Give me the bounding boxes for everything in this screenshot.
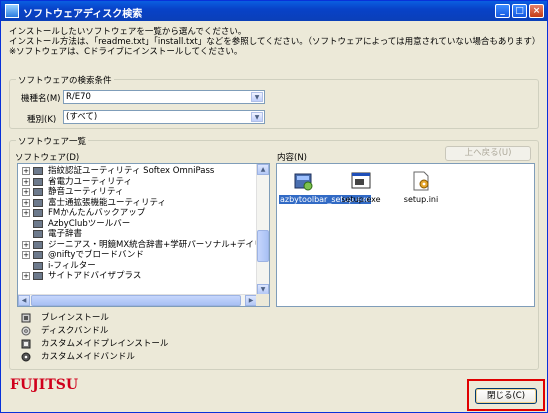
folder-icon: [33, 198, 43, 207]
tree-item-label: AzbyClubツールバー: [48, 218, 131, 229]
folder-icon: [33, 209, 43, 217]
software-disc-search-window: ソフトウェアディスク検索 _ □ × インストールしたいソフトウェアを一覧から選…: [0, 0, 548, 413]
folder-icon: [33, 272, 43, 280]
vertical-scroll-thumb[interactable]: [257, 230, 269, 262]
close-window-button[interactable]: ×: [529, 4, 544, 18]
app-icon: [5, 4, 19, 18]
horizontal-scroll-thumb[interactable]: [31, 295, 241, 306]
chevron-down-icon[interactable]: ▼: [251, 92, 263, 102]
tree-item-label: ジーニアス・明鏡MX統合辞書+学研パーソナル+デイリー: [48, 239, 270, 250]
legend-label: ブレインストール: [41, 313, 109, 323]
vertical-scrollbar[interactable]: ▲ ▼: [256, 164, 269, 295]
tree-item-label: @niftyでブロードバンド: [48, 250, 144, 260]
expand-icon[interactable]: +: [22, 198, 30, 207]
software-list-legend: ソフトウェア一覧: [16, 135, 89, 147]
file-name: setup.ini: [403, 195, 439, 204]
software-tree[interactable]: + 指紋認証ユーティリティ Softex OmniPass + 省電力ユーティリティ +…: [17, 163, 270, 307]
scroll-up-icon[interactable]: ▲: [257, 164, 269, 175]
preinstall-icon: [21, 313, 31, 323]
expand-icon[interactable]: +: [22, 177, 30, 186]
expand-icon[interactable]: +: [22, 240, 30, 249]
instruction-line-1: インストールしたいソフトウェアを一覧から選んでください。: [9, 27, 247, 37]
tree-item-label: 省電力ユーティリティ: [48, 176, 132, 187]
type-label: 種別(K): [27, 115, 57, 125]
close-button[interactable]: 閉じる(C): [475, 388, 537, 404]
folder-icon: [33, 230, 43, 238]
file-item[interactable]: setup.ini: [397, 170, 445, 204]
legend-label: カスタムメイドプレインストール: [41, 339, 169, 349]
content-pane[interactable]: azbytoolbar_setup.exe setup.exe setup.in…: [276, 163, 535, 307]
up-button[interactable]: 上へ戻る(U): [445, 146, 531, 161]
expand-icon[interactable]: +: [22, 251, 30, 259]
tree-item-label: 指紋認証ユーティリティ Softex OmniPass: [48, 166, 215, 176]
search-conditions-legend: ソフトウェアの検索条件: [16, 74, 114, 86]
minimize-button[interactable]: _: [495, 4, 510, 18]
file-name: setup.exe: [341, 195, 381, 204]
model-select[interactable]: R/E70 ▼: [63, 90, 265, 104]
scroll-left-icon[interactable]: ◀: [18, 295, 30, 306]
legend-label: ディスクバンドル: [41, 326, 109, 336]
chevron-down-icon[interactable]: ▼: [251, 112, 263, 122]
tree-item-label: 静音ユーティリティ: [48, 187, 124, 197]
folder-icon: [33, 219, 43, 228]
folder-icon: [33, 261, 43, 270]
custom-preinstall-icon: [21, 339, 31, 349]
instructions: インストールしたいソフトウェアを一覧から選んでください。 インストール方法は、「…: [9, 27, 541, 57]
content-label: 内容(N): [277, 153, 307, 163]
maximize-button[interactable]: □: [512, 4, 527, 18]
legend-label: カスタムメイドバンドル: [41, 352, 135, 362]
tree-item-label: i-フィルター: [48, 260, 96, 271]
type-select[interactable]: (すべて) ▼: [63, 110, 265, 124]
folder-icon: [33, 188, 43, 196]
type-select-value: (すべて): [66, 112, 98, 122]
file-item[interactable]: setup.exe: [337, 170, 385, 204]
installer-icon: [293, 170, 315, 192]
ini-file-icon: [410, 170, 432, 192]
folder-icon: [33, 240, 43, 249]
tree-item-label: 電子辞書: [48, 229, 83, 239]
expand-icon[interactable]: +: [22, 188, 30, 196]
custom-bundle-icon: [21, 352, 31, 362]
scroll-corner: [256, 294, 269, 306]
folder-icon: [33, 177, 43, 186]
horizontal-scrollbar[interactable]: ◀ ▶: [18, 294, 257, 306]
tree-item-label: 富士通拡張機能ユーティリティ: [48, 197, 166, 208]
title-bar[interactable]: ソフトウェアディスク検索 _ □ ×: [1, 1, 547, 21]
expand-icon[interactable]: +: [22, 209, 30, 217]
expand-icon[interactable]: +: [22, 167, 30, 175]
disc-bundle-icon: [21, 326, 31, 336]
folder-icon: [33, 167, 43, 175]
software-label: ソフトウェア(D): [15, 153, 80, 163]
expand-icon[interactable]: +: [22, 272, 30, 280]
instruction-line-2: インストール方法は、「readme.txt」「install.txt」などを参照…: [9, 37, 541, 47]
fujitsu-logo: FUJITSU: [10, 377, 79, 393]
instruction-line-3: ※ソフトウェアは、Cドライブにインストールしてください。: [9, 47, 243, 57]
exe-icon: [350, 170, 372, 192]
model-select-value: R/E70: [66, 92, 91, 102]
window-title: ソフトウェアディスク検索: [23, 9, 143, 20]
tree-item-label: FMかんたんバックアップ: [48, 208, 146, 218]
tree-item-label: サイトアドバイザプラス: [48, 271, 142, 281]
close-button-highlight: 閉じる(C): [467, 379, 545, 411]
folder-icon: [33, 251, 43, 259]
file-item[interactable]: azbytoolbar_setup.exe: [279, 170, 372, 204]
model-label: 機種名(M): [21, 94, 61, 104]
